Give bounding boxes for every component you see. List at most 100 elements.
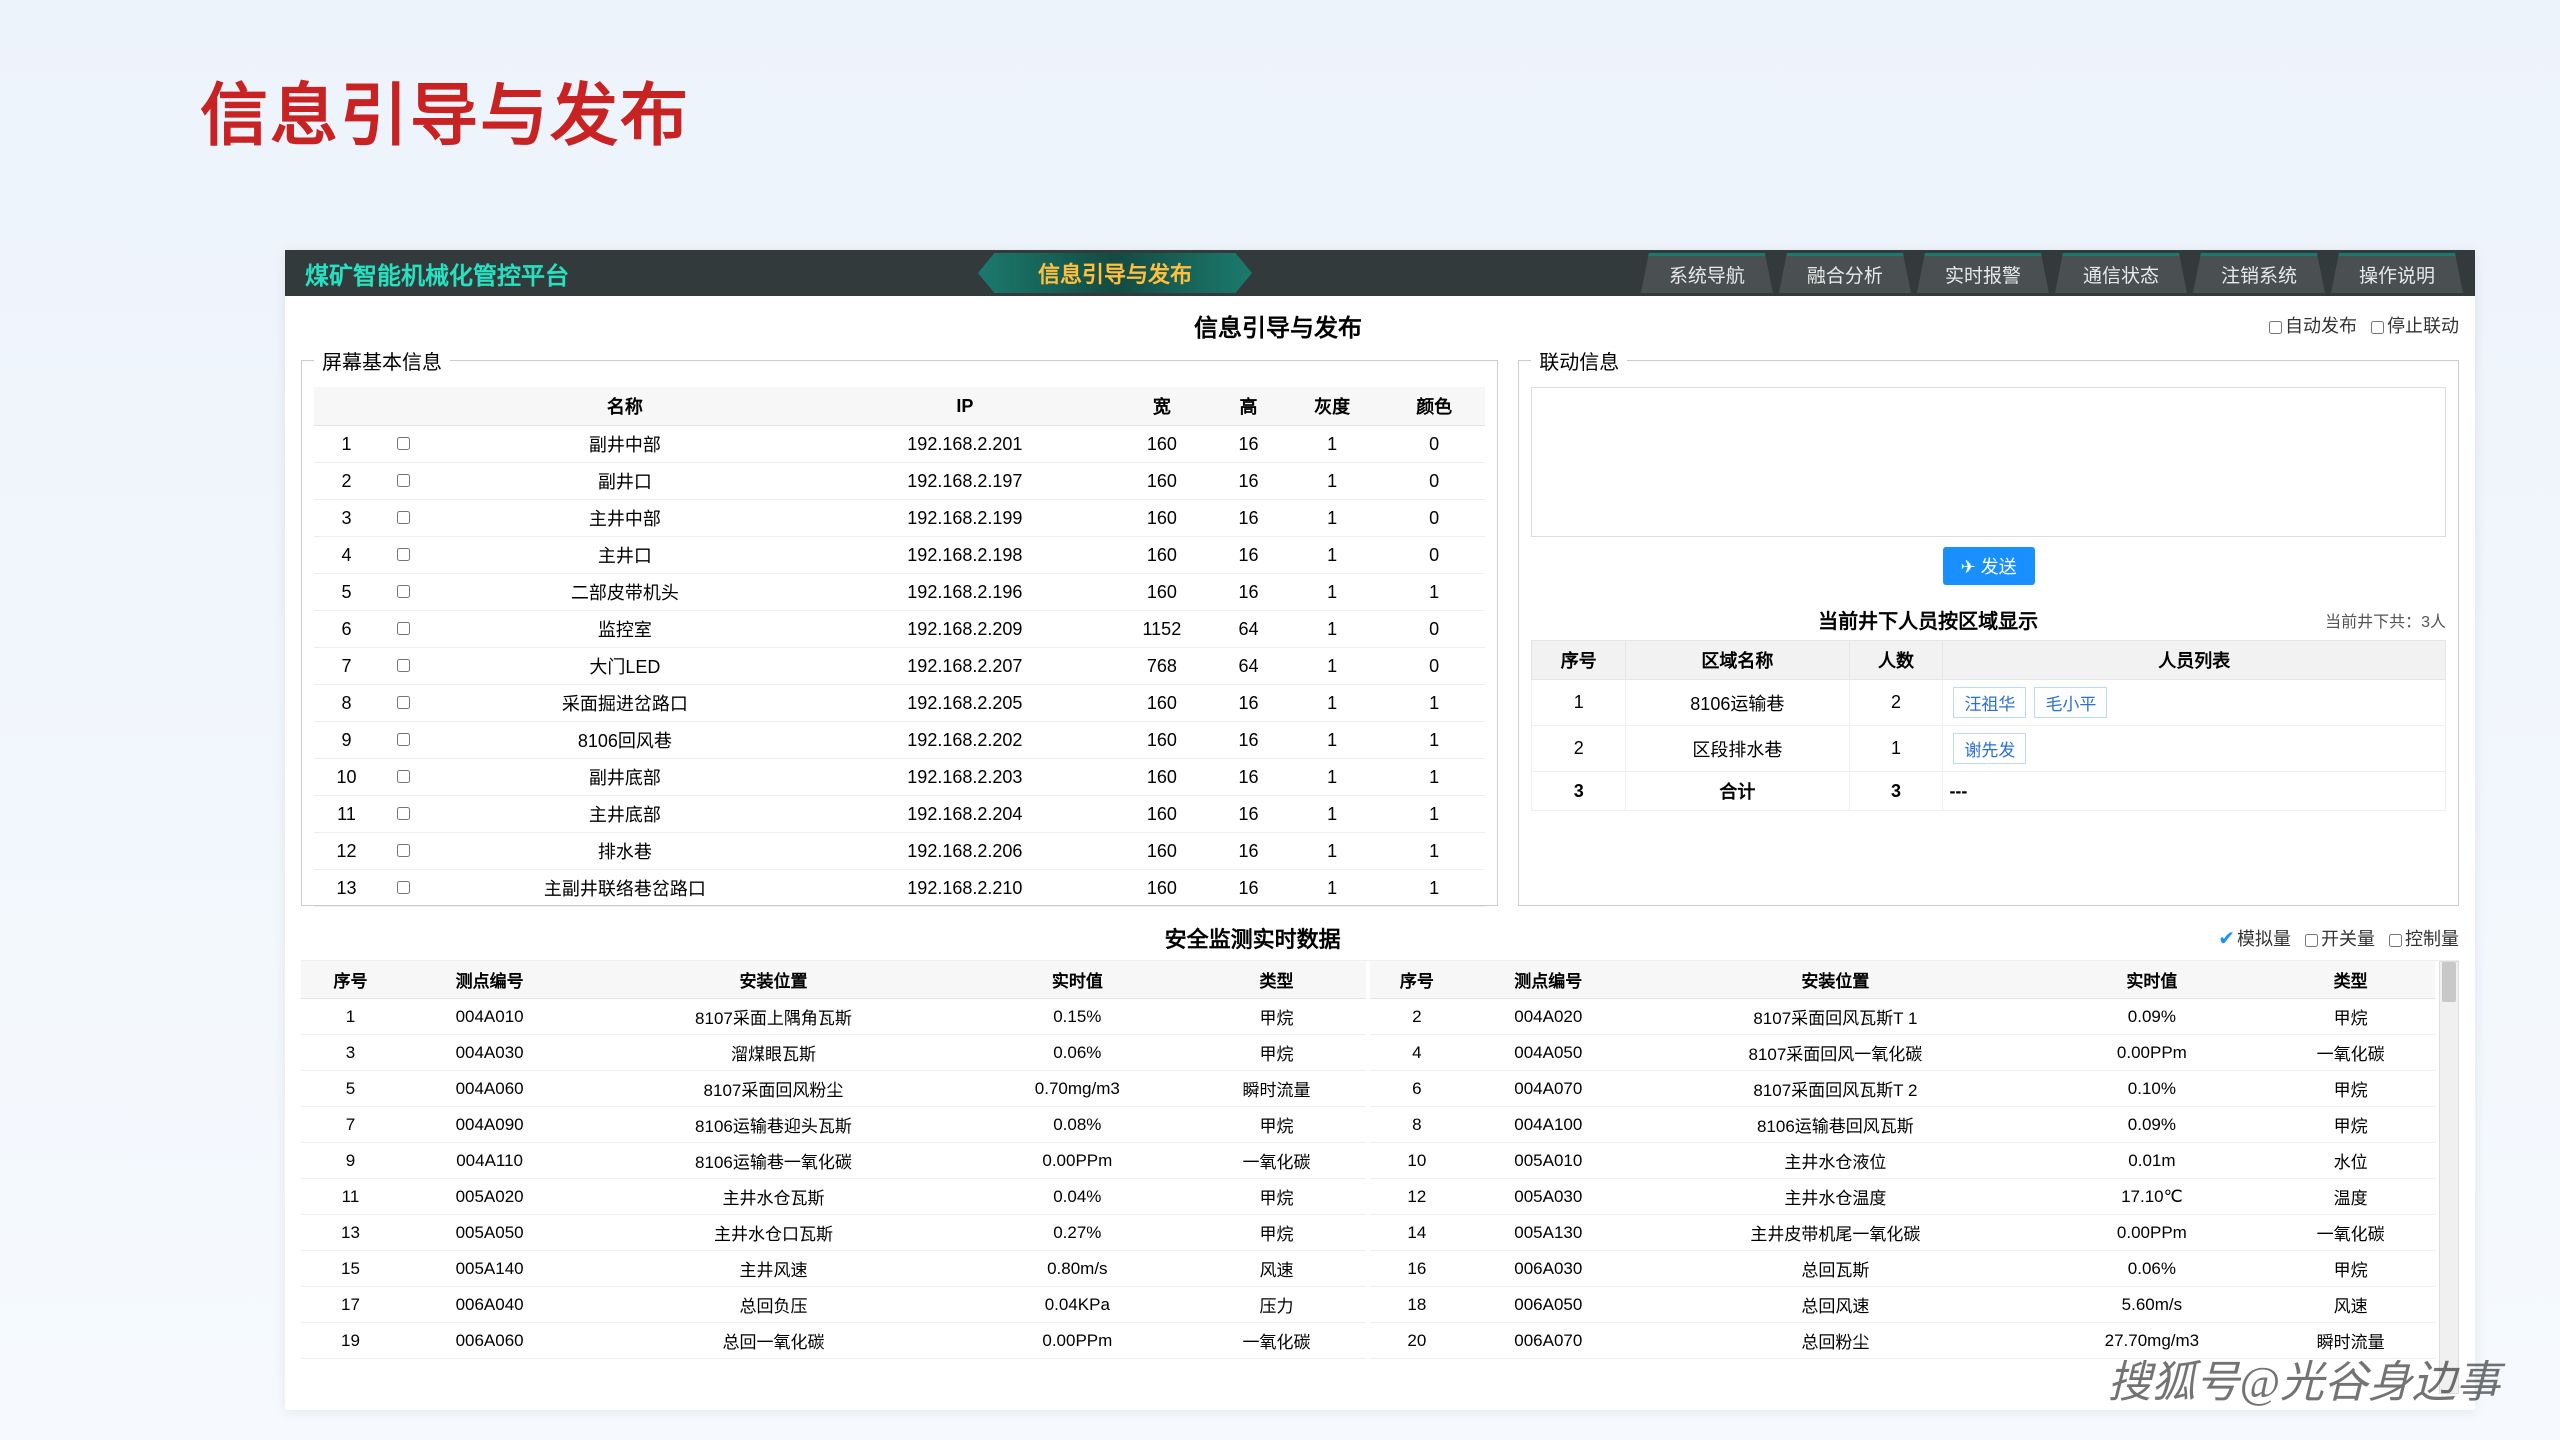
table-row[interactable]: 5二部皮带机头192.168.2.1961601611 (314, 574, 1485, 611)
row-check[interactable] (379, 833, 428, 870)
cell: 主井底部 (428, 796, 822, 833)
cell: 1 (1383, 574, 1485, 611)
table-row[interactable]: 8采面掘进岔路口192.168.2.2051601611 (314, 685, 1485, 722)
cell: 副井底部 (428, 759, 822, 796)
row-check[interactable] (379, 574, 428, 611)
row-check[interactable] (379, 537, 428, 574)
cell: 8106回风巷 (428, 722, 822, 759)
people-header: 当前井下人员按区域显示 当前井下共：3人 (1531, 605, 2446, 634)
row-check[interactable] (379, 426, 428, 463)
cell: 004A070 (1464, 1071, 1633, 1107)
cell: 0.06% (968, 1035, 1187, 1071)
row-check[interactable] (379, 722, 428, 759)
cell: 大门LED (428, 648, 822, 685)
ctrl-checkbox[interactable]: 控制量 (2389, 925, 2459, 951)
cell: 16 (1216, 574, 1281, 611)
cell: 1 (1383, 870, 1485, 907)
cell: 合计 (1626, 772, 1849, 811)
person-tag[interactable]: 汪祖华 (1953, 687, 2026, 718)
row-check[interactable] (379, 463, 428, 500)
table-row: 2004A0208107采面回风瓦斯T 10.09%甲烷 (1370, 999, 2435, 1035)
row-check[interactable] (379, 685, 428, 722)
cell: 8106运输巷回风瓦斯 (1633, 1107, 2038, 1143)
col-header: 人数 (1849, 641, 1943, 680)
cell: 192.168.2.205 (822, 685, 1108, 722)
cell: 主井中部 (428, 500, 822, 537)
row-check[interactable] (379, 648, 428, 685)
cell: 192.168.2.209 (822, 611, 1108, 648)
table-row[interactable]: 7大门LED192.168.2.2077686410 (314, 648, 1485, 685)
table-row[interactable]: 4主井口192.168.2.1981601610 (314, 537, 1485, 574)
cell: 17 (301, 1287, 400, 1323)
cell: 3 (1849, 772, 1943, 811)
col-header: 序号 (301, 961, 400, 999)
row-check[interactable] (379, 611, 428, 648)
nav-item[interactable]: 实时报警 (1917, 253, 2049, 293)
nav-item[interactable]: 操作说明 (2331, 253, 2463, 293)
row-check[interactable] (379, 870, 428, 907)
cell: 1 (1849, 726, 1943, 772)
cell: 0 (1383, 463, 1485, 500)
cell: 16 (1216, 722, 1281, 759)
cell: 160 (1108, 833, 1216, 870)
switch-checkbox[interactable]: 开关量 (2305, 925, 2375, 951)
col-header: 颜色 (1383, 387, 1485, 426)
cell: 192.168.2.202 (822, 722, 1108, 759)
table-row: 5004A0608107采面回风粉尘0.70mg/m3瞬时流量 (301, 1071, 1366, 1107)
cell: 004A050 (1464, 1035, 1633, 1071)
col-header: 类型 (2266, 961, 2435, 999)
row-check[interactable] (379, 759, 428, 796)
cell: 1 (1281, 833, 1383, 870)
table-row[interactable]: 11主井底部192.168.2.2041601611 (314, 796, 1485, 833)
cell: 160 (1108, 574, 1216, 611)
scroll-thumb[interactable] (2442, 962, 2456, 1002)
person-tag[interactable]: 谢先发 (1953, 733, 2026, 764)
cell: 风速 (2266, 1287, 2435, 1323)
person-tag[interactable]: 毛小平 (2034, 687, 2107, 718)
cell: 监控室 (428, 611, 822, 648)
send-button[interactable]: ✈ 发送 (1943, 547, 2035, 585)
cell: 甲烷 (1187, 999, 1366, 1035)
nav-item[interactable]: 系统导航 (1641, 253, 1773, 293)
cell: 192.168.2.206 (822, 833, 1108, 870)
auto-publish-checkbox[interactable]: 自动发布 (2269, 312, 2357, 338)
table-row[interactable]: 2副井口192.168.2.1971601610 (314, 463, 1485, 500)
cell: 采面掘进岔路口 (428, 685, 822, 722)
row-check[interactable] (379, 796, 428, 833)
slide-title: 信息引导与发布 (200, 60, 690, 159)
nav-item[interactable]: 通信状态 (2055, 253, 2187, 293)
table-row[interactable]: 3主井中部192.168.2.1991601610 (314, 500, 1485, 537)
col-header: 安装位置 (1633, 961, 2038, 999)
table-row: 18006A050总回风速5.60m/s风速 (1370, 1287, 2435, 1323)
table-row[interactable]: 13主副井联络巷岔路口192.168.2.2101601611 (314, 870, 1485, 907)
cell: 16 (1216, 833, 1281, 870)
table-row[interactable]: 1副井中部192.168.2.2011601610 (314, 426, 1485, 463)
row-idx: 5 (314, 574, 379, 611)
table-row[interactable]: 98106回风巷192.168.2.2021601611 (314, 722, 1485, 759)
cell: 8107采面上隅角瓦斯 (579, 999, 967, 1035)
cell: 160 (1108, 426, 1216, 463)
cell: 16 (1216, 796, 1281, 833)
monitor-scrollbar[interactable] (2439, 961, 2459, 1394)
cell: 主井风速 (579, 1251, 967, 1287)
row-check[interactable] (379, 500, 428, 537)
sim-checkbox[interactable]: ✔模拟量 (2218, 925, 2291, 951)
table-row[interactable]: 10副井底部192.168.2.2031601611 (314, 759, 1485, 796)
stop-link-checkbox[interactable]: 停止联动 (2371, 312, 2459, 338)
topbar: 煤矿智能机械化管控平台 信息引导与发布 系统导航融合分析实时报警通信状态注销系统… (285, 250, 2475, 296)
cell: 192.168.2.210 (822, 870, 1108, 907)
cell: 总回瓦斯 (1633, 1251, 2038, 1287)
table-row: 12005A030主井水仓温度17.10℃温度 (1370, 1179, 2435, 1215)
table-row[interactable]: 6监控室192.168.2.20911526410 (314, 611, 1485, 648)
nav-item[interactable]: 融合分析 (1779, 253, 1911, 293)
monitor-wrap: 序号测点编号安装位置实时值类型1004A0108107采面上隅角瓦斯0.15%甲… (301, 960, 2459, 1394)
cell-people: 汪祖华毛小平 (1943, 680, 2446, 726)
message-textarea[interactable] (1531, 387, 2446, 537)
row-idx: 13 (314, 870, 379, 907)
table-row: 3合计3--- (1532, 772, 2446, 811)
table-row: 11005A020主井水仓瓦斯0.04%甲烷 (301, 1179, 1366, 1215)
table-row[interactable]: 12排水巷192.168.2.2061601611 (314, 833, 1485, 870)
cell: 甲烷 (1187, 1215, 1366, 1251)
cell: 溜煤眼瓦斯 (579, 1035, 967, 1071)
nav-item[interactable]: 注销系统 (2193, 253, 2325, 293)
